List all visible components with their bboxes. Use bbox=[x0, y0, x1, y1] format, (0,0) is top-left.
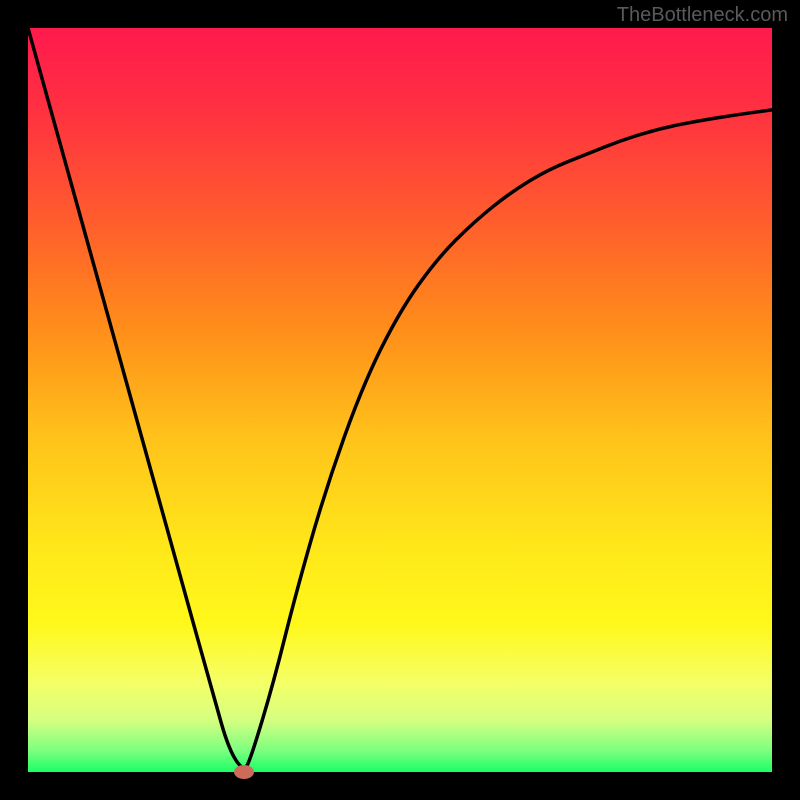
minimum-marker bbox=[234, 765, 254, 779]
plot-area bbox=[28, 28, 772, 772]
bottleneck-curve bbox=[28, 28, 772, 772]
watermark-text: TheBottleneck.com bbox=[617, 4, 788, 27]
